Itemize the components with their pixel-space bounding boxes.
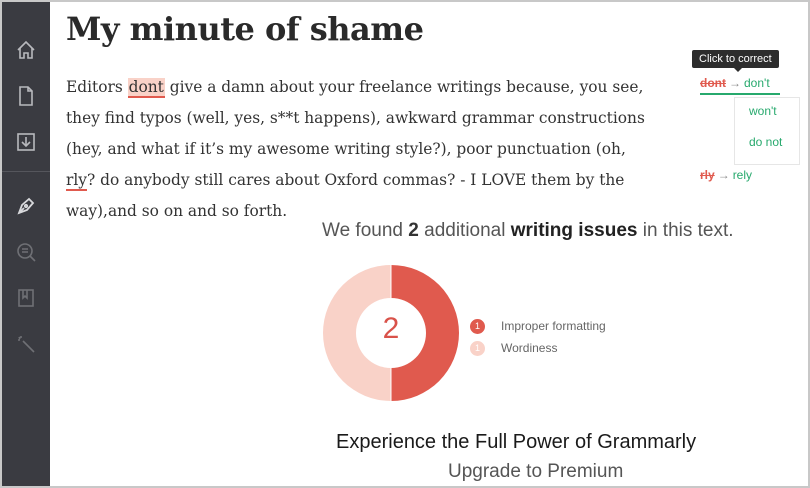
suggestion-option-wont[interactable]: won't: [749, 104, 777, 118]
suggestion-option-do-not[interactable]: do not: [749, 135, 782, 149]
suggestion-options: won't do not: [734, 97, 800, 165]
document-body[interactable]: Editors dont give a damn about your free…: [66, 72, 646, 227]
suggestion-rly[interactable]: rly → rely: [700, 168, 752, 182]
issues-legend: 1 Improper formatting 1 Wordiness: [470, 315, 606, 359]
legend-badge: 1: [470, 340, 485, 356]
suggestion-original: rly: [700, 168, 715, 182]
body-text: ? do anybody still cares about Oxford co…: [66, 171, 625, 220]
issues-summary: We found 2 additional writing issues in …: [322, 220, 734, 242]
arrow-icon: →: [717, 168, 730, 182]
home-icon[interactable]: [2, 28, 50, 72]
magic-wand-icon[interactable]: [2, 322, 50, 366]
legend-label: Improper formatting: [501, 319, 606, 333]
sidebar-divider: [2, 171, 50, 172]
sidebar: [2, 2, 50, 486]
document-title[interactable]: My minute of shame: [66, 10, 424, 48]
legend-label: Wordiness: [501, 341, 558, 355]
suggestion-fix: rely: [732, 168, 753, 182]
issues-text: additional: [418, 220, 511, 241]
suggestion-fix: don't: [744, 76, 770, 90]
error-highlight-rly[interactable]: rly: [66, 171, 87, 191]
body-text: Editors: [66, 78, 128, 96]
suggestion-original: dont: [700, 76, 726, 90]
click-to-correct-tooltip: Click to correct: [692, 50, 779, 72]
error-highlight-dont[interactable]: dont: [127, 78, 165, 98]
suggestion-dont[interactable]: dont → don't: [700, 76, 770, 90]
book-icon[interactable]: [2, 276, 50, 320]
legend-item-wordiness: 1 Wordiness: [470, 337, 606, 359]
legend-item-formatting: 1 Improper formatting: [470, 315, 606, 337]
issues-count: 2: [408, 220, 419, 241]
document-icon[interactable]: [2, 74, 50, 118]
issues-emphasis: writing issues: [510, 220, 638, 241]
issues-text: in this text.: [637, 220, 734, 241]
upgrade-link[interactable]: Upgrade to Premium: [448, 461, 623, 483]
legend-badge: 1: [470, 318, 485, 334]
donut-count: 2: [382, 312, 400, 345]
search-doc-icon[interactable]: [2, 230, 50, 274]
suggestion-underline: [700, 93, 780, 95]
pen-icon[interactable]: [2, 184, 50, 228]
download-icon[interactable]: [2, 120, 50, 164]
arrow-icon: →: [729, 76, 741, 90]
upsell-title: Experience the Full Power of Grammarly: [336, 431, 697, 453]
grammarly-window: My minute of shame Editors dont give a d…: [0, 0, 810, 488]
issues-text: We found: [322, 220, 409, 241]
